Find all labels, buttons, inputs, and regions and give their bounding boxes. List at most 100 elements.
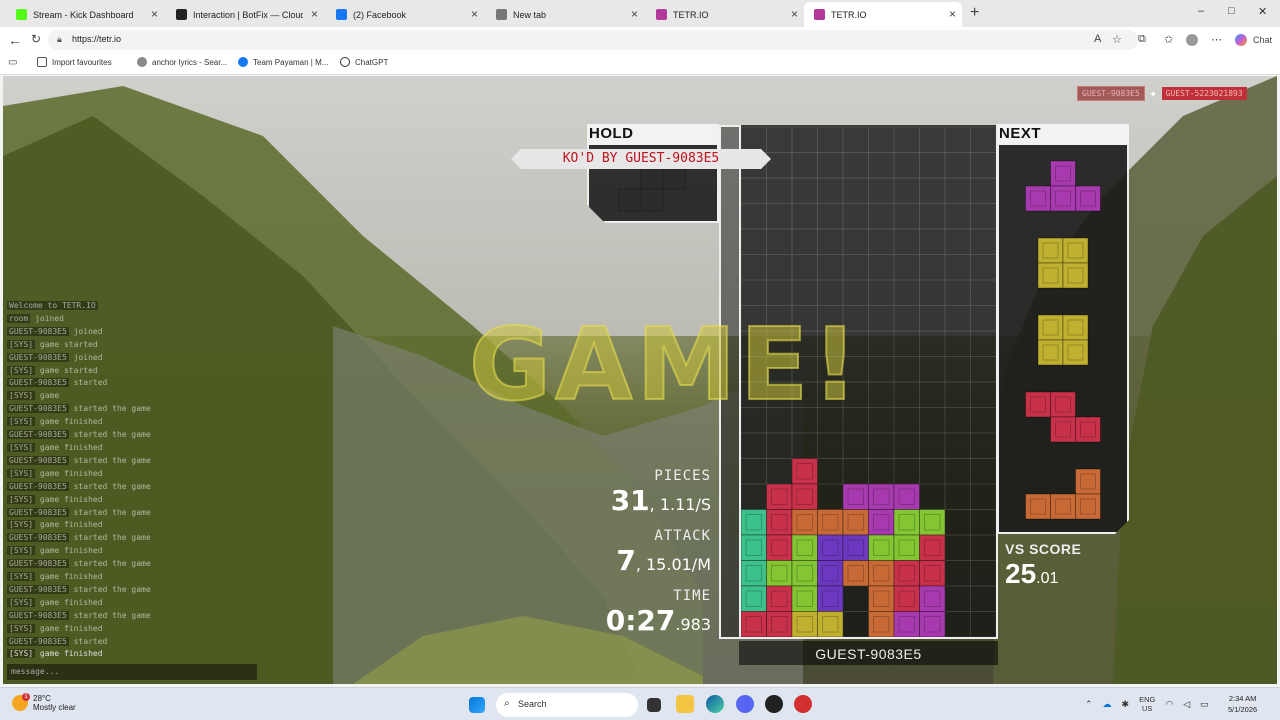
player-tag-right[interactable]: GUEST-5223021893 bbox=[1161, 87, 1247, 100]
chat-author: GUEST-9083E5 bbox=[7, 378, 69, 388]
app-red-icon[interactable] bbox=[794, 695, 812, 713]
tab-close-icon[interactable]: × bbox=[151, 7, 158, 21]
chat-author: GUEST-9083E5 bbox=[7, 507, 69, 517]
copilot-label[interactable]: Chat bbox=[1253, 35, 1272, 45]
copilot-icon[interactable] bbox=[1235, 34, 1247, 46]
weather-temp: 28°C bbox=[33, 694, 51, 703]
volume-icon[interactable]: ◁ bbox=[1183, 699, 1190, 710]
chat-line: GUEST-9083E5 started the game bbox=[7, 610, 257, 623]
next-piece-cell bbox=[1076, 417, 1101, 442]
battery-icon[interactable]: ▭ bbox=[1200, 699, 1209, 710]
lang-top: ENG bbox=[1139, 695, 1156, 704]
refresh-icon[interactable]: ↻ bbox=[31, 32, 41, 46]
browser-tab[interactable]: TETR.IO × bbox=[804, 2, 962, 27]
chat-line: [SYS] game finished bbox=[7, 545, 257, 558]
next-piece-cell bbox=[1051, 161, 1076, 186]
more-menu-icon[interactable]: ⋯ bbox=[1211, 33, 1222, 46]
board-cell bbox=[868, 560, 895, 587]
favorite-item-lyrics[interactable]: anchor lyrics - Sear... bbox=[137, 57, 227, 67]
search-favicon-icon bbox=[137, 57, 147, 67]
chat-text: game finished bbox=[35, 623, 103, 633]
chat-text: game finished bbox=[35, 649, 103, 659]
edge-browser-icon[interactable] bbox=[706, 695, 724, 713]
chat-author: [SYS] bbox=[7, 623, 36, 633]
file-explorer-icon[interactable] bbox=[676, 695, 694, 713]
read-aloud-icon[interactable]: A bbox=[1094, 33, 1101, 45]
chat-author: GUEST-9083E5 bbox=[7, 584, 69, 594]
player-tag-left[interactable]: GUEST-9083E5 bbox=[1077, 86, 1145, 101]
chat-line: GUEST-9083E5 started the game bbox=[7, 532, 257, 545]
folder-icon bbox=[37, 57, 47, 67]
next-piece-cell bbox=[1063, 263, 1088, 288]
board-cell bbox=[817, 585, 844, 612]
chat-line: GUEST-9083E5 joined bbox=[7, 326, 257, 339]
chat-line: GUEST-9083E5 started the game bbox=[7, 429, 257, 442]
onedrive-icon[interactable]: ☁ bbox=[1103, 699, 1112, 710]
language-indicator[interactable]: ENG US bbox=[1139, 695, 1155, 713]
board-cell bbox=[741, 534, 767, 561]
new-tab-button[interactable]: + bbox=[970, 4, 979, 22]
tab-favicon-icon bbox=[336, 9, 347, 20]
window-close-icon[interactable]: ✕ bbox=[1258, 5, 1267, 18]
board-cell bbox=[741, 560, 767, 587]
chat-author: [SYS] bbox=[7, 339, 36, 349]
chat-line: GUEST-9083E5 started the game bbox=[7, 558, 257, 571]
tab-close-icon[interactable]: × bbox=[471, 7, 478, 21]
next-box bbox=[997, 145, 1129, 534]
chat-line: [SYS] game finished bbox=[7, 468, 257, 481]
favorite-item-chatgpt[interactable]: ChatGPT bbox=[340, 57, 388, 67]
favorite-star-icon[interactable]: ☆ bbox=[1112, 33, 1122, 46]
favorites-icon[interactable]: ✩ bbox=[1164, 33, 1173, 46]
board-cell bbox=[817, 611, 844, 637]
extensions-icon[interactable]: ⧉ bbox=[1138, 33, 1146, 46]
board-cell bbox=[817, 509, 844, 536]
minimize-icon[interactable]: – bbox=[1198, 5, 1204, 17]
reading-list-icon[interactable]: ▭ bbox=[8, 57, 17, 68]
chat-text: started the game bbox=[68, 533, 151, 543]
discord-icon[interactable] bbox=[736, 695, 754, 713]
tab-favicon-icon bbox=[176, 9, 187, 20]
bluetooth-icon[interactable]: ✱ bbox=[1122, 699, 1130, 710]
tab-favicon-icon bbox=[656, 9, 667, 20]
wifi-icon[interactable]: ◠ bbox=[1165, 699, 1173, 710]
task-view-icon[interactable] bbox=[647, 698, 661, 712]
browser-tab[interactable]: (2) Facebook × bbox=[326, 2, 484, 27]
chat-text: game started bbox=[35, 339, 98, 349]
chat-line: GUEST-9083E5 started the game bbox=[7, 507, 257, 520]
chat-author: room bbox=[7, 313, 31, 323]
back-icon[interactable]: ← bbox=[8, 32, 22, 48]
chat-message-input[interactable]: message... bbox=[7, 664, 257, 680]
notification-badge: 1 bbox=[22, 693, 30, 701]
taskbar-search[interactable]: ⌕ Search bbox=[496, 693, 638, 717]
board-cell bbox=[842, 560, 869, 587]
chat-line: room joined bbox=[7, 313, 257, 326]
tab-title: Interaction | BotFix — Cloud Stream bbox=[193, 9, 303, 20]
chat-text: started the game bbox=[68, 610, 151, 620]
weather-widget[interactable]: 1 28°C Mostly clear bbox=[12, 693, 76, 712]
favorite-item-import[interactable]: Import favourites bbox=[37, 57, 112, 67]
profile-avatar-icon[interactable] bbox=[1186, 34, 1198, 46]
tab-close-icon[interactable]: × bbox=[631, 7, 638, 21]
clock[interactable]: 2:34 AM 5/1/2026 bbox=[1228, 693, 1257, 715]
chat-line: GUEST-9083E5 started the game bbox=[7, 455, 257, 468]
tab-close-icon[interactable]: × bbox=[791, 7, 798, 21]
maximize-icon[interactable]: □ bbox=[1228, 5, 1235, 17]
board-cell bbox=[919, 560, 946, 587]
favorite-item-payaman[interactable]: Team Payaman | M... bbox=[238, 57, 328, 67]
obs-icon[interactable] bbox=[765, 695, 783, 713]
browser-tab[interactable]: TETR.IO × bbox=[646, 2, 804, 27]
url-field[interactable]: 🔒︎ https://tetr.io bbox=[48, 30, 1138, 50]
browser-tab[interactable]: Interaction | BotFix — Cloud Stream × bbox=[166, 2, 324, 27]
chat-text: started the game bbox=[68, 430, 151, 440]
game-view: Welcome to TETR.IO room joined GUEST-9083… bbox=[3, 76, 1277, 684]
start-windows-icon[interactable] bbox=[469, 697, 485, 713]
search-placeholder: Search bbox=[518, 699, 547, 709]
chevron-up-icon[interactable]: ⌃ bbox=[1085, 699, 1093, 710]
tab-close-icon[interactable]: × bbox=[311, 7, 318, 21]
next-piece-cell bbox=[1038, 315, 1063, 340]
chat-line: [SYS] game finished bbox=[7, 623, 257, 636]
messenger-icon bbox=[238, 57, 248, 67]
browser-tab[interactable]: New tab × bbox=[486, 2, 644, 27]
browser-tab[interactable]: Stream - Kick Dashboard × bbox=[6, 2, 164, 27]
tab-close-icon[interactable]: × bbox=[949, 7, 956, 21]
